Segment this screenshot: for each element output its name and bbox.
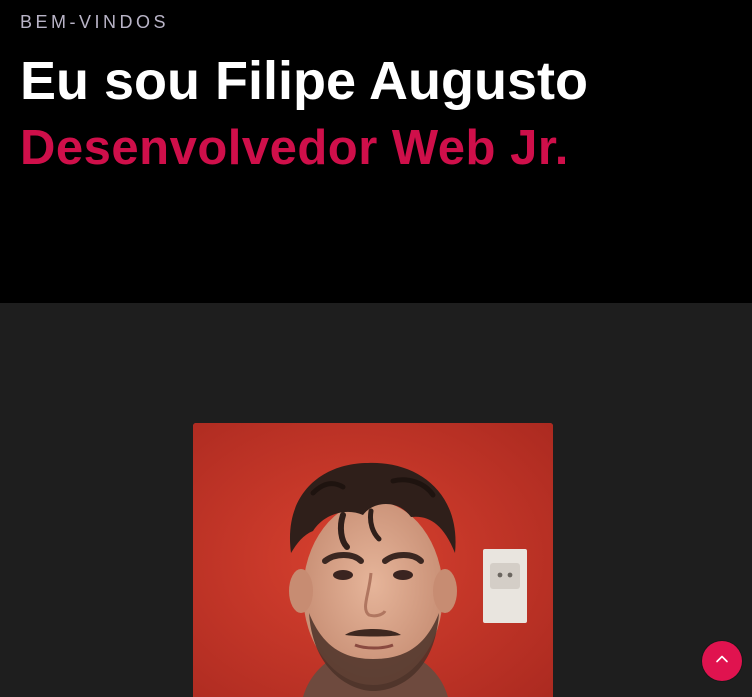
profile-photo [193,423,553,697]
hero-headline: Eu sou Filipe Augusto [20,51,588,111]
chevron-up-icon [714,651,730,672]
hero-section: BEM-VINDOS Eu sou Filipe Augusto Desenvo… [0,0,752,303]
scroll-to-top-button[interactable] [702,641,742,681]
welcome-eyebrow: BEM-VINDOS [20,12,170,32]
hero-subheadline: Desenvolvedor Web Jr. [20,121,569,175]
